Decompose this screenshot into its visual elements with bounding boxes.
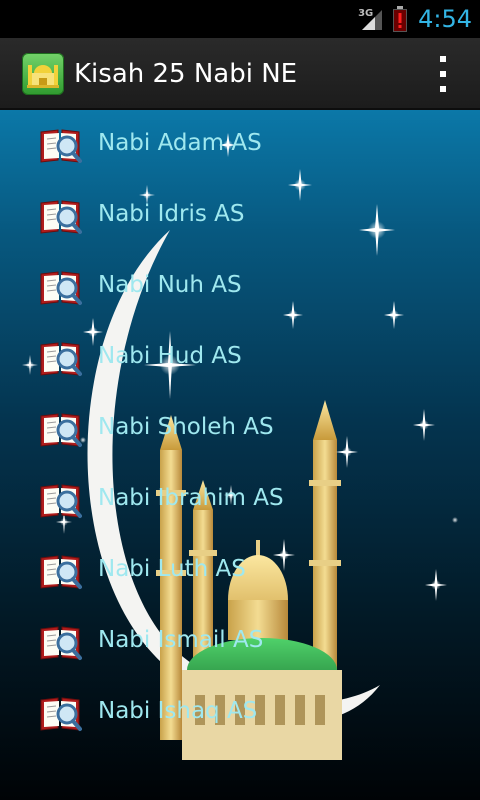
book-magnifier-icon — [38, 550, 82, 592]
list-item-label: Nabi Sholeh AS — [98, 414, 274, 440]
list-item-3[interactable]: Nabi Nuh AS — [0, 252, 480, 323]
action-bar: Kisah 25 Nabi NE — [0, 38, 480, 110]
status-clock: 4:54 — [418, 5, 472, 33]
app-screen: 3G 4:54 Kisah 25 Nabi NE Nabi Adam AS Na… — [0, 0, 480, 800]
list-item-label: Nabi Luth AS — [98, 556, 246, 582]
list-item-label: Nabi Ishaq AS — [98, 698, 258, 724]
list-item-8[interactable]: Nabi Ismail AS — [0, 607, 480, 678]
list-item-6[interactable]: Nabi Ibrahim AS — [0, 465, 480, 536]
content-area: Nabi Adam AS Nabi Idris AS Nabi Nuh AS N… — [0, 110, 480, 800]
menu-dot — [440, 56, 446, 62]
network-type-label: 3G — [358, 8, 374, 19]
list-item-1[interactable]: Nabi Adam AS — [0, 110, 480, 181]
book-magnifier-icon — [38, 408, 82, 450]
list-item-5[interactable]: Nabi Sholeh AS — [0, 394, 480, 465]
list-item-label: Nabi Ismail AS — [98, 627, 264, 653]
book-magnifier-icon — [38, 479, 82, 521]
list-item-2[interactable]: Nabi Idris AS — [0, 181, 480, 252]
list-item-label: Nabi Nuh AS — [98, 272, 242, 298]
menu-dot — [440, 86, 446, 92]
list-item-9[interactable]: Nabi Ishaq AS — [0, 678, 480, 749]
list-item-label: Nabi Adam AS — [98, 130, 262, 156]
battery-alert-icon — [392, 6, 408, 32]
book-magnifier-icon — [38, 124, 82, 166]
list-item-label: Nabi Idris AS — [98, 201, 245, 227]
list-item-4[interactable]: Nabi Hud AS — [0, 323, 480, 394]
book-magnifier-icon — [38, 337, 82, 379]
list-item-label: Nabi Hud AS — [98, 343, 242, 369]
book-magnifier-icon — [38, 266, 82, 308]
list-item-label: Nabi Ibrahim AS — [98, 485, 284, 511]
signal-icon: 3G — [358, 6, 384, 32]
overflow-menu-icon[interactable] — [436, 56, 450, 92]
story-list: Nabi Adam AS Nabi Idris AS Nabi Nuh AS N… — [0, 110, 480, 749]
status-icons: 3G 4:54 — [358, 0, 472, 38]
app-title: Kisah 25 Nabi NE — [74, 59, 298, 89]
book-magnifier-icon — [38, 692, 82, 734]
book-magnifier-icon — [38, 621, 82, 663]
book-magnifier-icon — [38, 195, 82, 237]
menu-dot — [440, 71, 446, 77]
status-bar: 3G 4:54 — [0, 0, 480, 38]
list-item-7[interactable]: Nabi Luth AS — [0, 536, 480, 607]
mosque-logo-icon[interactable] — [22, 53, 64, 95]
